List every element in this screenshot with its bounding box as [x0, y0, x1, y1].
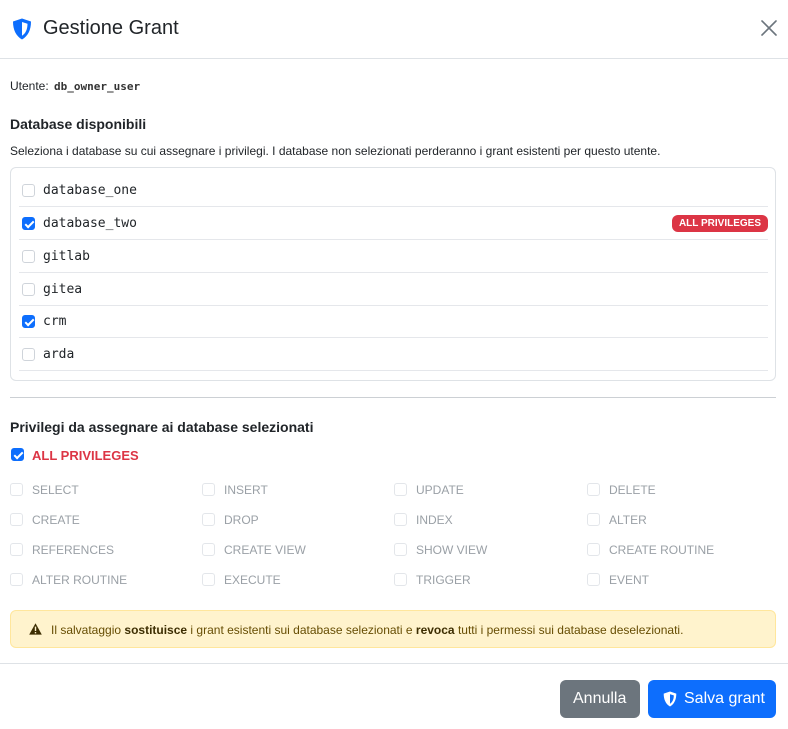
- privilege-label: EVENT: [609, 573, 650, 587]
- privilege-checkbox[interactable]: [10, 513, 23, 526]
- alert-emphasis: revoca: [415, 623, 455, 637]
- privilege-checkbox[interactable]: [202, 543, 215, 556]
- database-row-crm[interactable]: crm: [19, 305, 768, 338]
- database-name: database_two: [43, 216, 137, 231]
- close-icon[interactable]: [758, 17, 780, 39]
- privilege-checkbox[interactable]: [394, 573, 407, 586]
- privilege-checkbox[interactable]: [394, 543, 407, 556]
- cancel-button-label: Annulla: [573, 690, 627, 707]
- privilege-checkbox[interactable]: [202, 573, 215, 586]
- privilege-label: INSERT: [224, 483, 268, 497]
- privilege-checkbox[interactable]: [587, 513, 600, 526]
- privilege-label: INDEX: [416, 513, 453, 527]
- privilege-label: CREATE ROUTINE: [609, 543, 715, 557]
- all-privileges-checkbox[interactable]: [11, 448, 24, 461]
- privilege-checkbox[interactable]: [587, 483, 600, 496]
- database-checkbox[interactable]: [22, 250, 35, 263]
- database-list: database_one database_two ALL PRIVILEGES…: [10, 167, 776, 381]
- database-checkbox[interactable]: [22, 348, 35, 361]
- database-name: arda: [43, 347, 75, 362]
- database-row-gitea[interactable]: gitea: [19, 273, 768, 306]
- database-checkbox[interactable]: [22, 184, 35, 197]
- privilege-checkbox[interactable]: [394, 483, 407, 496]
- privilege-checkbox[interactable]: [10, 573, 23, 586]
- privilege-checkbox[interactable]: [202, 483, 215, 496]
- privilege-label: ALTER ROUTINE: [32, 573, 128, 587]
- privilege-label: EXECUTE: [224, 573, 281, 587]
- privilege-label: UPDATE: [416, 483, 464, 497]
- privilege-checkbox[interactable]: [202, 513, 215, 526]
- save-button-label: Salva grant: [684, 690, 765, 707]
- warning-alert: Il salvataggio sostituisce i grant esist…: [10, 610, 776, 648]
- privileges-title: Privilegi da assegnare ai database selez…: [10, 419, 314, 435]
- database-name: gitlab: [43, 249, 90, 264]
- database-name: crm: [43, 314, 67, 329]
- modal-title: Gestione Grant: [43, 17, 179, 39]
- database-name: gitea: [43, 282, 83, 297]
- privilege-checkbox[interactable]: [10, 483, 23, 496]
- privilege-label: SHOW VIEW: [416, 543, 488, 557]
- database-row-database-two[interactable]: database_two ALL PRIVILEGES: [19, 207, 768, 240]
- warning-icon: [29, 623, 42, 635]
- privilege-label: ALTER: [609, 513, 647, 527]
- privilege-checkbox[interactable]: [10, 543, 23, 556]
- alert-text-part: Il salvataggio: [51, 623, 125, 637]
- user-label: Utente:: [10, 79, 49, 93]
- shield-icon: [663, 691, 677, 707]
- database-checkbox[interactable]: [22, 315, 35, 328]
- database-row-arda[interactable]: arda: [19, 338, 768, 371]
- modal-header: Gestione Grant: [0, 0, 788, 59]
- user-name: db_owner_user: [54, 80, 141, 93]
- save-grant-button[interactable]: Salva grant: [648, 680, 776, 718]
- database-row-gitlab[interactable]: gitlab: [19, 240, 768, 273]
- cancel-button[interactable]: Annulla: [560, 680, 640, 718]
- privilege-label: DELETE: [609, 483, 656, 497]
- user-line: Utente: db_owner_user: [10, 79, 140, 93]
- databases-help: Seleziona i database su cui assegnare i …: [10, 144, 661, 158]
- databases-title: Database disponibili: [10, 116, 147, 132]
- privilege-label: TRIGGER: [416, 573, 471, 587]
- privilege-label: CREATE: [32, 513, 80, 527]
- privilege-checkbox[interactable]: [587, 573, 600, 586]
- privilege-checkbox[interactable]: [587, 543, 600, 556]
- database-name: database_one: [43, 183, 137, 198]
- alert-text: Il salvataggio sostituisce i grant esist…: [51, 623, 683, 637]
- privilege-label: CREATE VIEW: [224, 543, 306, 557]
- footer-divider: [0, 663, 788, 664]
- database-row-database-one[interactable]: database_one: [19, 174, 768, 207]
- database-checkbox[interactable]: [22, 283, 35, 296]
- privilege-label: SELECT: [32, 483, 79, 497]
- all-privileges-label: ALL PRIVILEGES: [32, 448, 139, 463]
- section-divider: [10, 397, 776, 398]
- alert-text-part: i grant esistenti sui database seleziona…: [187, 623, 416, 637]
- alert-text-part: tutti i permessi sui database deselezion…: [454, 623, 684, 637]
- database-checkbox[interactable]: [22, 217, 35, 230]
- privilege-label: DROP: [224, 513, 259, 527]
- privilege-checkbox[interactable]: [394, 513, 407, 526]
- shield-icon: [13, 18, 31, 40]
- privilege-label: REFERENCES: [32, 543, 115, 557]
- alert-emphasis: sostituisce: [124, 623, 188, 637]
- all-privileges-badge: ALL PRIVILEGES: [671, 215, 768, 232]
